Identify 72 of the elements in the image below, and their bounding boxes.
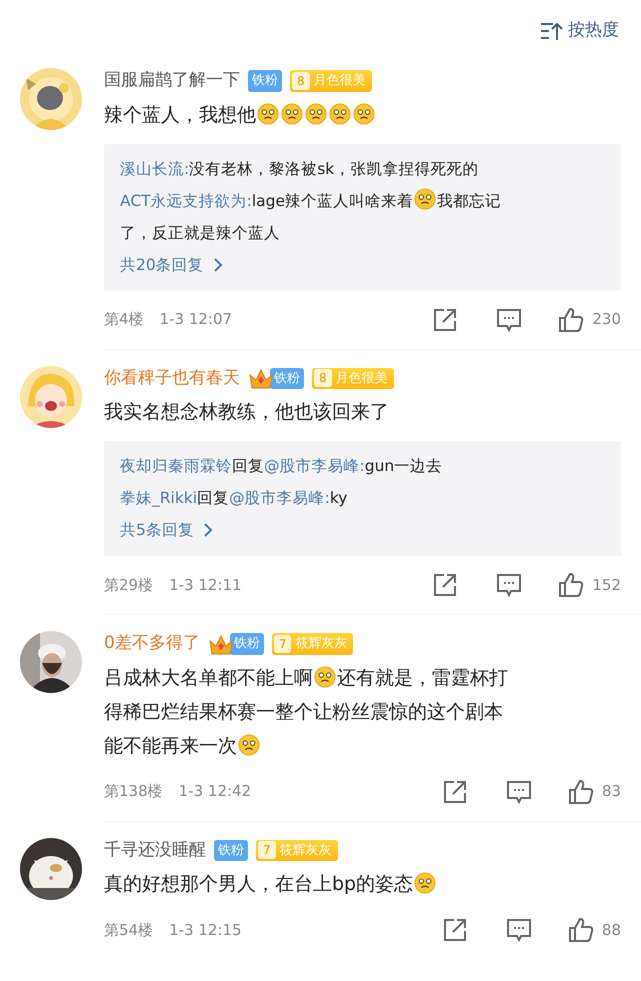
floor-label: 第4楼: [104, 309, 144, 330]
reply-user[interactable]: 夜却归秦雨霖铃: [120, 457, 232, 475]
comment-text: 还有就是，雷霆杯打: [337, 666, 508, 688]
emoji-icon: [314, 666, 336, 688]
fan-badge: 铁粉: [270, 368, 304, 389]
emoji-icon: [305, 102, 327, 124]
comment-icon[interactable]: [496, 572, 522, 598]
level-badge: 8 月色很美: [312, 368, 394, 389]
user-name[interactable]: 国服扁鹊了解一下: [104, 68, 240, 94]
like-icon[interactable]: [568, 917, 594, 943]
floor-label: 第138楼: [104, 781, 163, 802]
reply-label: 回复: [197, 489, 230, 507]
mention-link[interactable]: @股市李易峰:: [229, 489, 330, 507]
fan-badge: 铁粉: [214, 840, 248, 861]
emoji-icon: [257, 102, 279, 124]
comment-icon[interactable]: [496, 306, 522, 332]
like-count: 230: [592, 309, 621, 330]
more-replies-link[interactable]: 共5条回复: [120, 514, 214, 546]
comment-text: 能不能再来一次: [104, 734, 237, 756]
comment-time: 1-3 12:42: [178, 781, 252, 802]
level-badge: 7 筱辉灰灰: [256, 840, 338, 861]
like-count: 152: [592, 574, 621, 596]
level-badge: 7 筱辉灰灰: [272, 633, 354, 654]
reply-text: gun一边去: [364, 457, 442, 475]
comment-text: 真的好想那个男人，在台上bp的姿态: [104, 873, 414, 895]
comment-text: 我实名想念林教练，他也该回来了: [104, 401, 389, 423]
comment-time: 1-3 12:15: [169, 920, 242, 941]
crown-icon: [208, 632, 234, 655]
emoji-icon: [414, 872, 436, 894]
like-count: 83: [602, 781, 621, 802]
sort-icon: [540, 21, 564, 41]
share-icon[interactable]: [442, 917, 468, 943]
user-name[interactable]: 0差不多得了: [104, 631, 200, 656]
mention-link[interactable]: @股市李易峰:: [264, 457, 365, 475]
like-icon[interactable]: [568, 778, 594, 804]
reply-text: 没有老林，黎洛被sk，张凯拿捏得死死的: [189, 160, 478, 178]
user-name[interactable]: 你看稗子也有春天: [104, 366, 240, 391]
reply-text: 我都忘记: [437, 192, 502, 210]
more-replies-link[interactable]: 共20条回复: [120, 248, 224, 280]
reply-user[interactable]: 拳妹_Rikki: [120, 489, 198, 507]
comment-text: 辣个蓝人，我想他: [104, 104, 256, 126]
fan-badge: 铁粉: [248, 70, 282, 92]
comment-time: 1-3 12:07: [160, 309, 232, 330]
floor-label: 第54楼: [104, 920, 154, 941]
fan-badge: 铁粉: [230, 633, 264, 654]
sort-button[interactable]: 按热度: [540, 10, 619, 52]
emoji-icon: [281, 102, 303, 124]
emoji-icon: [414, 188, 436, 210]
reply-label: 回复: [232, 457, 264, 475]
like-icon[interactable]: [558, 306, 584, 332]
comment-time: 1-3 12:11: [169, 574, 242, 596]
comment-text: 吕成林大名单都不能上啊: [104, 666, 313, 688]
user-name[interactable]: 千寻还没睡醒: [104, 838, 206, 863]
crown-icon: [248, 367, 274, 390]
reply-text: 了，反正就是辣个蓝人: [120, 224, 280, 242]
comment-icon[interactable]: [506, 778, 532, 804]
level-badge: 8 月色很美: [290, 70, 372, 92]
like-icon[interactable]: [558, 572, 584, 598]
comment-text: 得稀巴烂结果杯赛一整个让粉丝震惊的这个剧本: [104, 700, 503, 722]
reply-user[interactable]: 溪山长流:: [120, 160, 190, 178]
emoji-icon: [353, 102, 375, 124]
floor-label: 第29楼: [104, 574, 154, 596]
reply-text: lage辣个蓝人叫啥来着: [252, 192, 414, 210]
reply-user[interactable]: ACT永远支持欲为:: [120, 192, 252, 210]
share-icon[interactable]: [432, 572, 458, 598]
like-count: 88: [602, 920, 621, 941]
comment-icon[interactable]: [506, 917, 532, 943]
reply-text: ky: [330, 489, 348, 507]
emoji-icon: [238, 734, 260, 756]
share-icon[interactable]: [432, 306, 458, 332]
share-icon[interactable]: [442, 778, 468, 804]
emoji-icon: [329, 102, 351, 124]
